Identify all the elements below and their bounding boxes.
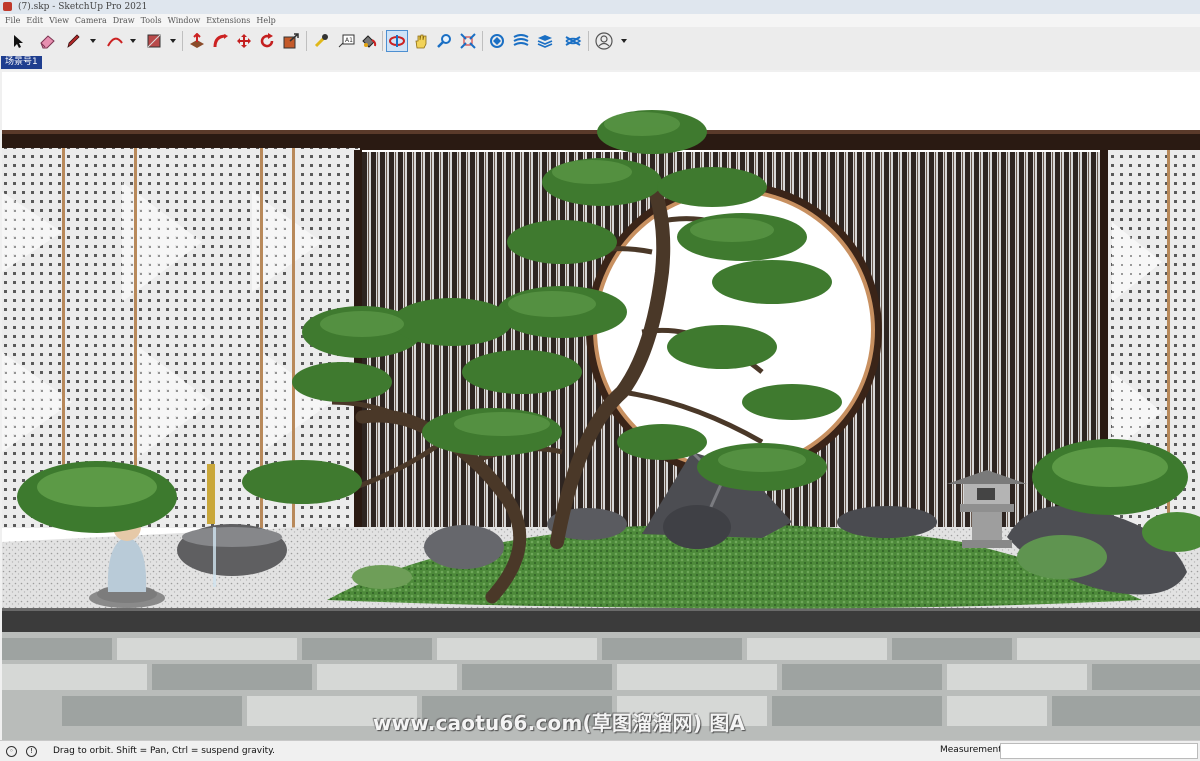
- account-dropdown[interactable]: [621, 39, 627, 43]
- status-bar: ◦ ! Drag to orbit. Shift = Pan, Ctrl = s…: [0, 740, 1200, 761]
- menu-edit[interactable]: Edit: [26, 14, 43, 27]
- menu-file[interactable]: File: [5, 14, 20, 27]
- line-tool-dropdown[interactable]: [90, 39, 96, 43]
- watermark-text: www.caotu66.com(草图溜溜网) 图A: [373, 711, 746, 735]
- scale-icon: [283, 33, 299, 49]
- menu-draw[interactable]: Draw: [113, 14, 135, 27]
- layout-button[interactable]: [534, 30, 556, 52]
- toolbar-separator: [482, 31, 483, 51]
- hand-icon: [415, 34, 427, 49]
- toolbar-separator: [182, 31, 183, 51]
- measurements-input[interactable]: [1000, 743, 1198, 759]
- arc-tool-dropdown[interactable]: [130, 39, 136, 43]
- rotate-icon: [260, 33, 274, 48]
- main-toolbar: A1: [0, 27, 1200, 56]
- geo-location-icon[interactable]: ◦: [6, 746, 17, 757]
- eraser-icon: [40, 35, 55, 49]
- toolbar-separator: [588, 31, 589, 51]
- svg-text:A1: A1: [345, 37, 353, 44]
- extension-warehouse-button[interactable]: [510, 30, 532, 52]
- warehouse-button[interactable]: [486, 30, 508, 52]
- tape-measure-icon: [314, 34, 328, 48]
- scenes-bar: 场景号1: [0, 55, 1200, 70]
- toolbar-separator: [306, 31, 307, 51]
- text-label-icon: A1: [338, 34, 355, 48]
- select-tool-button[interactable]: [7, 30, 29, 52]
- status-message: Drag to orbit. Shift = Pan, Ctrl = suspe…: [53, 746, 276, 756]
- menu-tools[interactable]: Tools: [141, 14, 162, 27]
- scale-tool-button[interactable]: [280, 30, 302, 52]
- follow-me-tool-button[interactable]: [210, 30, 232, 52]
- rotate-tool-button[interactable]: [256, 30, 278, 52]
- cursor-arrow-icon: [14, 35, 23, 48]
- rectangle-tool-dropdown[interactable]: [170, 39, 176, 43]
- menu-bar: File Edit View Camera Draw Tools Window Extensi…: [0, 14, 1200, 27]
- menu-extensions[interactable]: Extensions: [206, 14, 250, 27]
- zoom-magnifier-icon: [437, 34, 451, 48]
- pan-tool-button[interactable]: [410, 30, 432, 52]
- window-title: (7).skp - SketchUp Pro 2021: [18, 2, 148, 12]
- rectangle-icon: [147, 34, 161, 48]
- layout-icon: [537, 35, 553, 48]
- garden-scene-render: [2, 72, 1200, 740]
- arc-icon: [107, 37, 123, 47]
- arc-tool-button[interactable]: [104, 30, 126, 52]
- text-tool-button[interactable]: A1: [335, 30, 357, 52]
- move-arrows-icon: [237, 34, 251, 48]
- eraser-tool-button[interactable]: [36, 30, 58, 52]
- zoom-extents-icon: [460, 33, 476, 49]
- rectangle-tool-button[interactable]: [143, 30, 165, 52]
- zoom-extents-tool-button[interactable]: [457, 30, 479, 52]
- menu-window[interactable]: Window: [168, 14, 201, 27]
- sketchup-app-icon: [3, 2, 12, 11]
- orbit-tool-button[interactable]: [386, 30, 408, 52]
- menu-camera[interactable]: Camera: [75, 14, 107, 27]
- push-pull-icon: [190, 33, 204, 48]
- scene-tab[interactable]: 场景号1: [1, 56, 42, 69]
- pencil-icon: [67, 34, 80, 48]
- user-circle-icon: [595, 32, 613, 50]
- follow-me-icon: [213, 34, 228, 48]
- menu-view[interactable]: View: [49, 14, 69, 27]
- line-tool-button[interactable]: [62, 30, 84, 52]
- info-icon[interactable]: !: [26, 746, 37, 757]
- tape-measure-tool-button[interactable]: [310, 30, 332, 52]
- orbit-icon: [389, 35, 405, 47]
- extension-manager-button[interactable]: [562, 30, 584, 52]
- account-button[interactable]: [593, 30, 615, 52]
- toolbar-separator: [382, 31, 383, 51]
- measurements-label: Measurements: [940, 745, 1007, 755]
- extension-warehouse-icon: [513, 34, 529, 46]
- push-pull-tool-button[interactable]: [186, 30, 208, 52]
- menu-help[interactable]: Help: [256, 14, 275, 27]
- zoom-tool-button[interactable]: [433, 30, 455, 52]
- title-bar: (7).skp - SketchUp Pro 2021: [0, 0, 1200, 14]
- 3d-warehouse-icon: [490, 34, 504, 48]
- model-viewport[interactable]: www.caotu66.com(草图溜溜网) 图A: [2, 72, 1200, 740]
- paint-bucket-icon: [362, 35, 377, 48]
- paint-bucket-tool-button[interactable]: [358, 30, 380, 52]
- move-tool-button[interactable]: [233, 30, 255, 52]
- extension-manager-icon: [565, 36, 582, 46]
